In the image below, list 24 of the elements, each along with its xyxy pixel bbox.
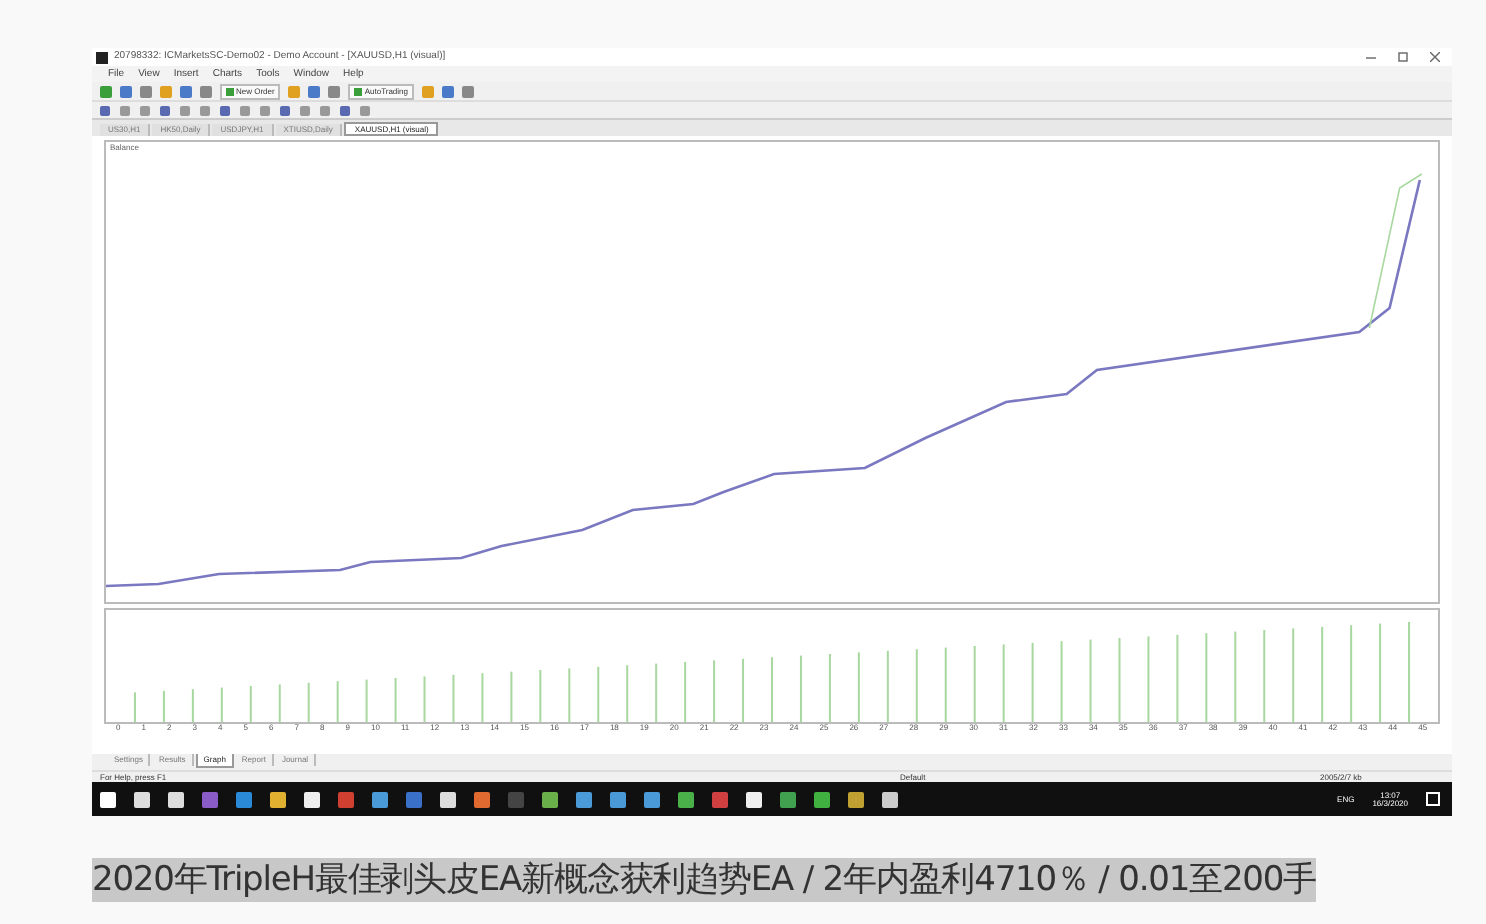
close-icon[interactable]	[1430, 52, 1440, 62]
video-caption: 2020年TripleH最佳剥头皮EA新概念获利趋势EA / 2年内盈利4710％ / 0.01至200手	[92, 858, 1317, 902]
taskbar-app-icon[interactable]	[100, 791, 116, 807]
taskbar-app-icon[interactable]	[474, 791, 490, 807]
taskbar-app-icon[interactable]	[848, 791, 864, 807]
taskbar-app-icon[interactable]	[678, 791, 694, 807]
taskbar-app-icon[interactable]	[304, 791, 320, 807]
taskbar-app-icon[interactable]	[440, 791, 456, 807]
taskbar-app-icon[interactable]	[372, 791, 388, 807]
taskbar-app-icon[interactable]	[780, 791, 796, 807]
taskbar-app-icon[interactable]	[882, 791, 898, 807]
taskbar-app-icon[interactable]	[576, 791, 592, 807]
taskbar-app-icon[interactable]	[644, 791, 660, 807]
minimize-icon[interactable]	[1366, 52, 1376, 62]
taskbar-app-icon[interactable]	[814, 791, 830, 807]
taskbar-app-icon[interactable]	[270, 791, 286, 807]
app-icon	[96, 51, 108, 63]
taskbar-app-icon[interactable]	[542, 791, 558, 807]
maximize-icon[interactable]	[1398, 52, 1408, 62]
taskbar-app-icon[interactable]	[134, 791, 150, 807]
notification-icon[interactable]	[1426, 792, 1440, 806]
taskbar-app-icon[interactable]	[746, 791, 762, 807]
taskbar-app-icon[interactable]	[610, 791, 626, 807]
taskbar-app-icon[interactable]	[168, 791, 184, 807]
